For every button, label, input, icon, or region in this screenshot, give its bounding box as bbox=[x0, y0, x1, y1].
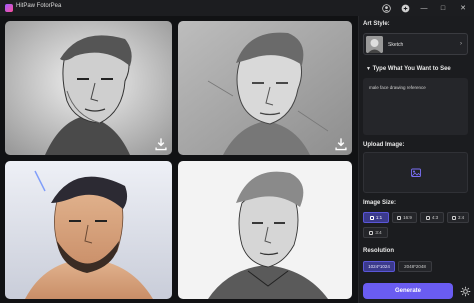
ratio-icon bbox=[397, 215, 402, 220]
resolution-1024-button[interactable]: 1024*1024 bbox=[363, 261, 395, 272]
generate-button[interactable]: Generate bbox=[363, 283, 453, 299]
maximize-icon[interactable]: □ bbox=[438, 3, 448, 13]
ratio-icon bbox=[451, 215, 456, 220]
close-icon[interactable]: ✕ bbox=[458, 3, 468, 13]
style-thumbnail bbox=[366, 36, 383, 53]
prompt-text: male face drawing reference bbox=[369, 85, 426, 90]
app-logo-icon bbox=[5, 4, 13, 12]
chevron-down-icon: ▼ bbox=[366, 66, 371, 72]
resolution-2048-button[interactable]: 2048*2048 bbox=[398, 261, 432, 272]
gear-icon[interactable] bbox=[459, 285, 471, 297]
chevron-right-icon: › bbox=[460, 41, 462, 47]
portrait-color-3 bbox=[5, 161, 172, 299]
download-icon[interactable] bbox=[334, 137, 348, 151]
image-size-label: Image Size: bbox=[363, 200, 397, 206]
art-style-label: Art Style: bbox=[363, 21, 390, 27]
result-image-4[interactable] bbox=[178, 161, 352, 299]
download-icon[interactable] bbox=[154, 137, 168, 151]
style-name: Sketch bbox=[388, 42, 404, 48]
ratio-3-4-button[interactable]: 3:4 bbox=[447, 212, 469, 223]
prompt-label: Type What You Want to See bbox=[372, 66, 451, 72]
portrait-sketch-4 bbox=[178, 161, 352, 299]
result-image-2[interactable] bbox=[178, 21, 352, 155]
app-title: HitPaw FotorPea bbox=[16, 3, 62, 9]
ratio-3-4-button-alt[interactable]: 3:4 bbox=[363, 227, 388, 238]
image-upload-icon bbox=[410, 164, 421, 182]
title-bar: HitPaw FotorPea — □ ✕ bbox=[0, 0, 474, 16]
resolution-label: Resolution bbox=[363, 248, 394, 254]
prompt-input[interactable]: male face drawing reference bbox=[363, 78, 468, 135]
settings-icon[interactable] bbox=[400, 3, 410, 13]
ratio-icon bbox=[425, 215, 430, 220]
result-image-3[interactable] bbox=[5, 161, 172, 299]
result-image-1[interactable] bbox=[5, 21, 172, 155]
upload-label: Upload Image: bbox=[363, 142, 405, 148]
portrait-sketch-2 bbox=[178, 21, 352, 155]
ratio-icon bbox=[369, 230, 374, 235]
art-style-select[interactable]: Sketch › bbox=[363, 33, 468, 55]
ratio-1-1-button[interactable]: 1:1 bbox=[363, 212, 389, 223]
minimize-icon[interactable]: — bbox=[419, 3, 429, 13]
upload-image-area[interactable] bbox=[363, 152, 468, 193]
prompt-section-label[interactable]: ▼ Type What You Want to See bbox=[366, 66, 451, 72]
ratio-icon bbox=[369, 215, 374, 220]
ratio-4-3-button[interactable]: 4:3 bbox=[420, 212, 444, 223]
ratio-16-9-button[interactable]: 16:9 bbox=[392, 212, 417, 223]
portrait-sketch-1 bbox=[5, 21, 172, 155]
user-icon[interactable] bbox=[381, 3, 391, 13]
